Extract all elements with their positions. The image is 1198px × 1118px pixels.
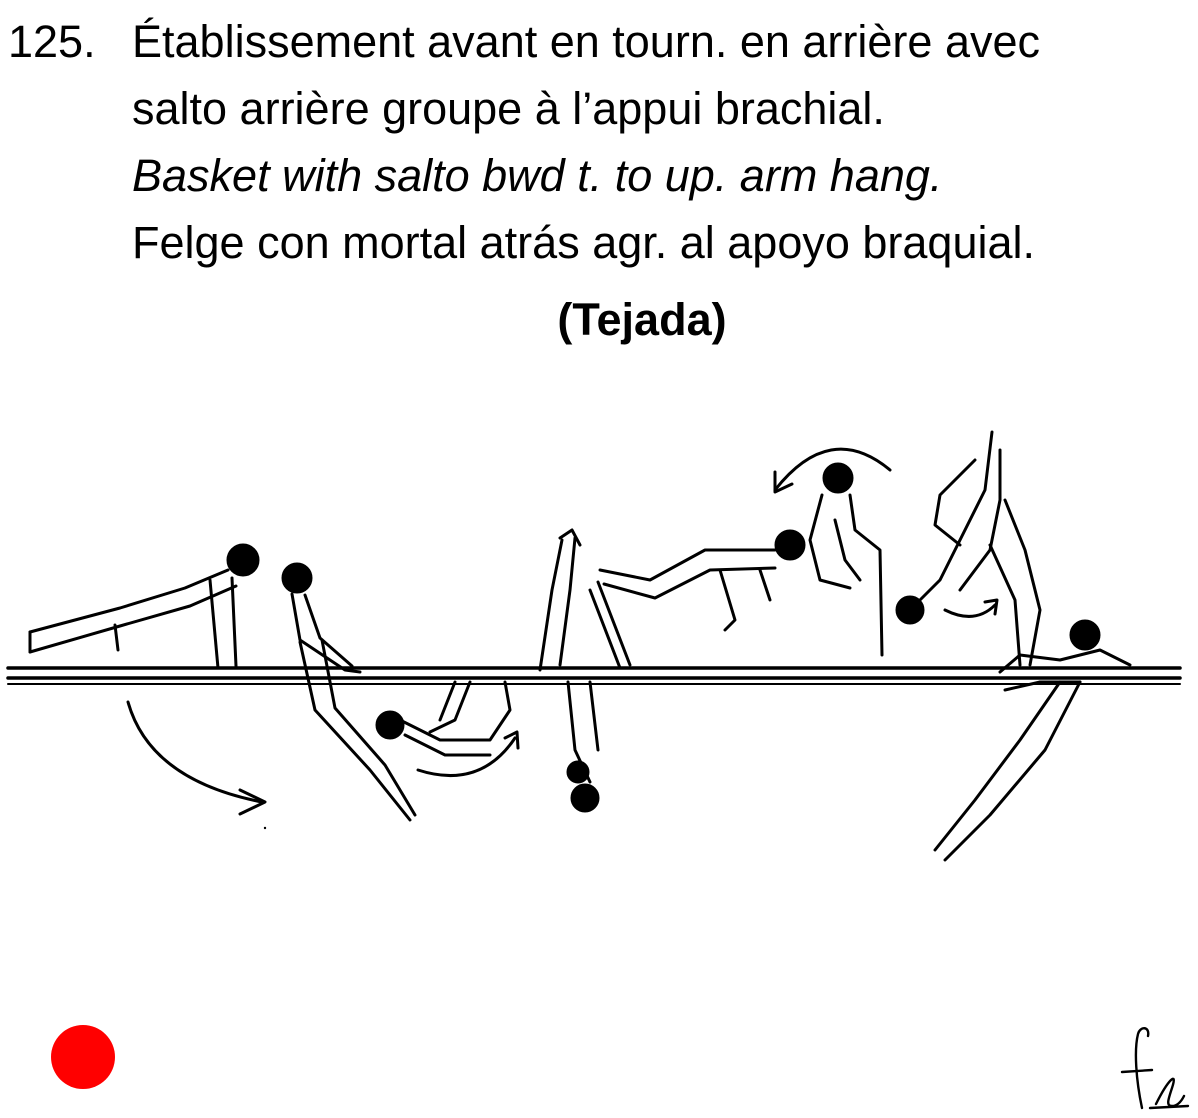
scan-specks bbox=[263, 826, 267, 830]
description-english: Basket with salto bwd t. to up. arm hang… bbox=[132, 150, 943, 201]
swing-arrow-1 bbox=[126, 700, 267, 816]
rotation-arrow-3 bbox=[943, 598, 999, 618]
gymnast-figure-8 bbox=[933, 619, 1132, 862]
skill-illustration bbox=[6, 430, 1182, 862]
difficulty-value-dot bbox=[51, 1025, 115, 1089]
element-description: Établissement avant en tourn. en arrière… bbox=[132, 8, 1198, 276]
parallel-bars bbox=[6, 666, 1182, 685]
description-french-continued: salto arrière groupe à l’appui brachial. bbox=[132, 83, 885, 134]
description-spanish: Felge con mortal atrás agr. al apoyo bra… bbox=[132, 217, 1036, 268]
element-number: 125. bbox=[8, 16, 96, 67]
gymnast-figure-5 bbox=[598, 529, 806, 632]
gymnast-figure-7 bbox=[895, 430, 1042, 667]
gymnast-figure-6 bbox=[808, 462, 884, 657]
gymnast-figure-3 bbox=[375, 680, 512, 757]
gymnast-figure-2 bbox=[281, 562, 417, 822]
description-french: Établissement avant en tourn. en arrière… bbox=[132, 16, 1040, 67]
element-name: (Tejada) bbox=[557, 294, 727, 345]
signature-icon bbox=[1120, 1027, 1190, 1110]
gymnast-figure-1 bbox=[28, 543, 260, 670]
